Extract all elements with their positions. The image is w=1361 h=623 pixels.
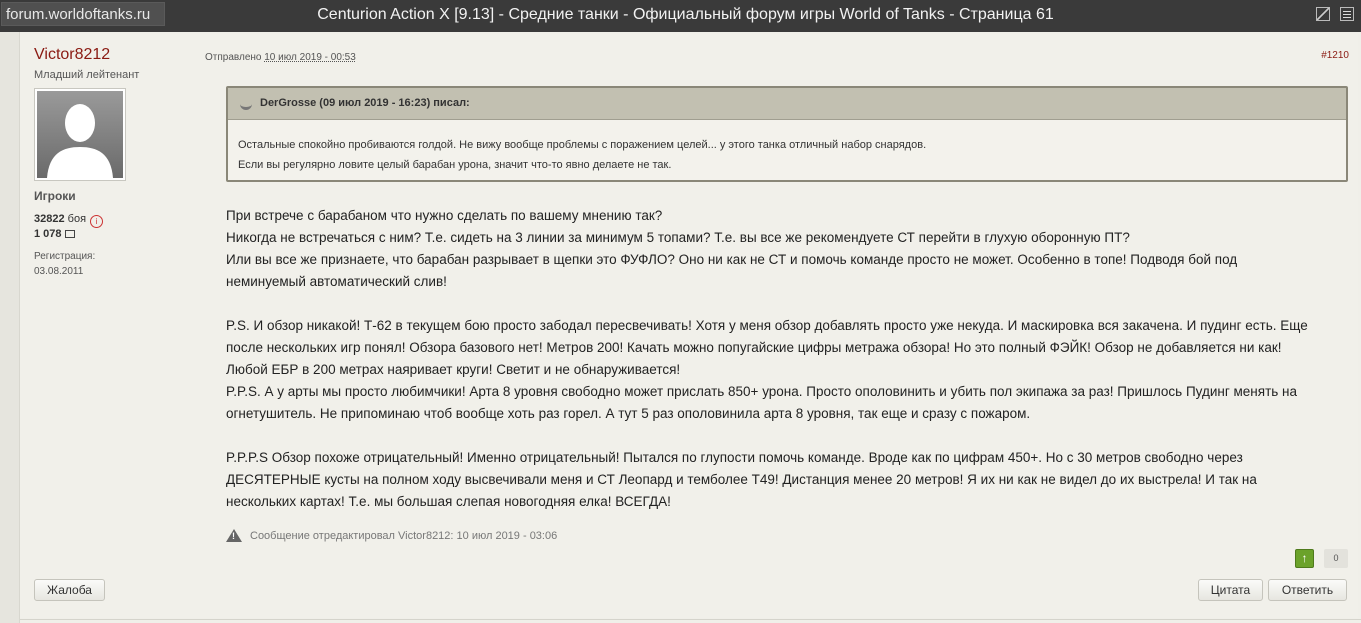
battles-stat: 32822 боя i	[34, 213, 104, 228]
quote-text: Остальные спокойно пробиваются голдой. Н…	[238, 135, 926, 175]
quote-block: DerGrosse (09 июл 2019 - 16:23) писал: О…	[226, 86, 1348, 182]
window-title: Centurion Action X [9.13] - Средние танк…	[317, 6, 1054, 23]
menu-icon[interactable]	[1340, 7, 1354, 21]
author-group: Игроки	[34, 189, 76, 203]
quote-line: Если вы регулярно ловите целый барабан у…	[238, 159, 672, 171]
edit-notice-text: Сообщение отредактировал Victor8212: 10 …	[250, 530, 558, 542]
left-strip	[0, 32, 20, 623]
post-line: ДЕСЯТЕРНЫЕ кусты на полном ходу высвечив…	[226, 472, 1257, 487]
quote-header: DerGrosse (09 июл 2019 - 16:23) писал:	[228, 88, 1346, 120]
reputation-count: 0	[1324, 549, 1348, 568]
quote-line: Остальные спокойно пробиваются голдой. Н…	[238, 139, 927, 151]
post-line: Или вы все же признаете, что барабан раз…	[226, 252, 1238, 267]
info-icon[interactable]: i	[90, 215, 104, 228]
post-date: Отправлено 10 июл 2019 - 00:53	[205, 52, 356, 63]
posts-stat: 1 078	[34, 228, 75, 240]
battles-count: 32822	[34, 213, 65, 225]
posted-date: 10 июл 2019 - 00:53	[264, 52, 356, 63]
edit-icon[interactable]	[1316, 7, 1330, 21]
author-rank: Младший лейтенант	[34, 69, 140, 81]
post-line: Никогда не встречаться с ним? Т.е. сидет…	[226, 230, 1130, 245]
post-line: огнетушитель. Не припоминаю чтоб вообще …	[226, 406, 1031, 421]
post-line: неминуемый автоматический слив!	[226, 274, 447, 289]
author-username[interactable]: Victor8212	[34, 46, 110, 64]
report-button[interactable]: Жалоба	[34, 579, 105, 601]
posts-count: 1 078	[34, 228, 62, 240]
post-number-link[interactable]: #1210	[1321, 50, 1349, 61]
warning-icon	[226, 529, 242, 542]
quote-button[interactable]: Цитата	[1198, 579, 1263, 601]
quote-icon	[240, 98, 252, 110]
quote-author[interactable]: DerGrosse (09 июл 2019 - 16:23) писал:	[260, 97, 470, 109]
edit-notice: Сообщение отредактировал Victor8212: 10 …	[226, 529, 557, 542]
browser-title-bar: forum.worldoftanks.ru Centurion Action X…	[0, 0, 1361, 32]
registration-date: 03.08.2011	[34, 266, 84, 277]
avatar-placeholder-icon	[47, 104, 113, 178]
post-divider	[20, 619, 1361, 620]
post-line: P.P.S. А у арты мы просто любимчики! Арт…	[226, 384, 1298, 399]
post-paragraph: При встрече с барабаном что нужно сделат…	[226, 205, 1351, 293]
comment-icon	[64, 230, 75, 238]
battles-label: боя	[67, 213, 87, 225]
avatar[interactable]	[34, 88, 126, 181]
reputation-plus-button[interactable]: ↑	[1295, 549, 1314, 568]
post-line: P.S. И обзор никакой! Т-62 в текущем бою…	[226, 318, 1308, 333]
post-paragraph: P.S. И обзор никакой! Т-62 в текущем бою…	[226, 315, 1351, 425]
post-line: При встрече с барабаном что нужно сделат…	[226, 208, 663, 223]
post-body: При встрече с барабаном что нужно сделат…	[226, 205, 1351, 535]
post-paragraph: P.P.P.S Обзор похоже отрицательный! Имен…	[226, 447, 1351, 513]
post-line: нескольких картах! Т.е. мы большая слепа…	[226, 494, 671, 509]
posted-prefix: Отправлено	[205, 52, 262, 63]
post-line: P.P.P.S Обзор похоже отрицательный! Имен…	[226, 450, 1243, 465]
post-line: Любой ЕБР в 200 метрах наяривает круги! …	[226, 362, 681, 377]
reply-button[interactable]: Ответить	[1268, 579, 1347, 601]
registration-label: Регистрация:	[34, 251, 96, 262]
post-line: после нескольких игр понял! Обзора базов…	[226, 340, 1282, 355]
